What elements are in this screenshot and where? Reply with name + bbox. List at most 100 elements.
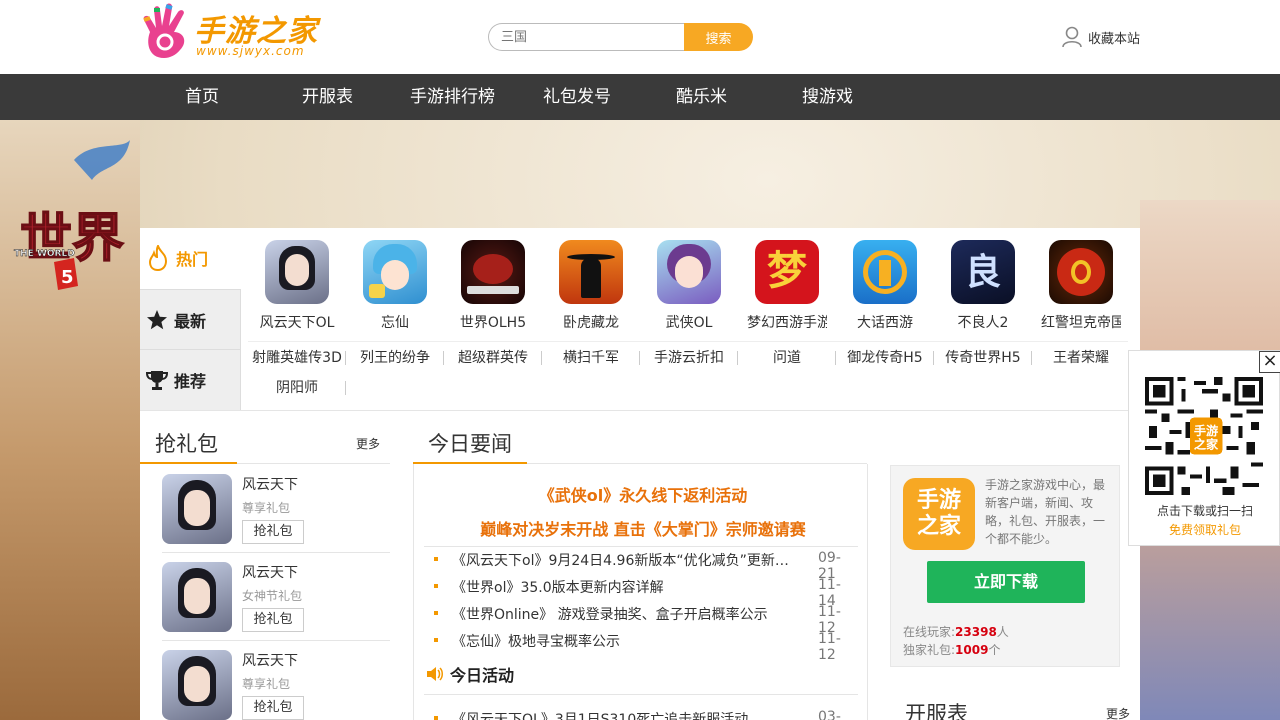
gift-game-avatar[interactable] — [162, 650, 232, 720]
gift-item: 风云天下 尊享礼包 抢礼包 — [162, 474, 390, 554]
game-item[interactable]: 忘仙 — [346, 240, 444, 332]
news-headline[interactable]: 巅峰对决岁末开战 直击《大掌门》宗师邀请赛 — [423, 516, 863, 540]
news-text[interactable]: 《风云天下ol》9月24日4.96新版本“优化减负”更新公告 — [452, 550, 802, 570]
activity-text[interactable]: 《风云天下OL》3月1日S310死亡追击新服活动 — [452, 709, 802, 720]
nav-home[interactable]: 首页 — [185, 74, 219, 120]
game-link[interactable]: 传奇世界H5 — [934, 346, 1032, 370]
news-item[interactable]: 《世界Online》 游戏登录抽奖、盒子开启概率公示 11-12 — [434, 601, 854, 636]
nav-server-table[interactable]: 开服表 — [302, 74, 353, 120]
star-icon — [147, 309, 167, 329]
bullet-icon — [434, 611, 438, 615]
app-logo-line1: 手游 — [916, 488, 961, 513]
game-item[interactable]: 梦 梦幻西游手游 — [738, 240, 836, 332]
download-now-button[interactable]: 立即下载 — [927, 561, 1085, 603]
activity-item[interactable]: 《风云天下OL》3月1日S310死亡追击新服活动 03-01 — [434, 706, 854, 720]
gift-value: 1009 — [955, 643, 989, 657]
grab-gift-button[interactable]: 抢礼包 — [242, 520, 304, 544]
gift-divider — [162, 552, 390, 553]
game-name: 梦幻西游手游 — [747, 315, 827, 331]
game-item[interactable]: 世界OLH5 — [444, 240, 542, 332]
app-download-box: 手游 之家 手游之家游戏中心，最新客户端，新闻、攻略，礼包、开服表，一个都不能少… — [890, 465, 1120, 667]
search-input[interactable] — [488, 23, 688, 51]
news-title-rule — [527, 463, 867, 464]
activity-title: 今日活动 — [450, 666, 515, 685]
gift-game-avatar[interactable] — [162, 474, 232, 544]
game-item[interactable]: 良 不良人2 — [934, 240, 1032, 332]
game-link[interactable]: 射雕英雄传3D — [248, 346, 346, 370]
gift-title-underline — [140, 462, 237, 464]
qr-gift-link[interactable]: 免费领取礼包 — [1129, 521, 1280, 538]
favorite-label: 收藏本站 — [1088, 31, 1141, 47]
news-item[interactable]: 《风云天下ol》9月24日4.96新版本“优化减负”更新公告 09-21 — [434, 547, 854, 582]
game-name: 风云天下OL — [259, 315, 335, 331]
grab-gift-button[interactable]: 抢礼包 — [242, 608, 304, 632]
game-link[interactable]: 御龙传奇H5 — [836, 346, 934, 370]
favorite-link[interactable]: 收藏本站 — [1062, 26, 1140, 48]
game-link[interactable]: 阴阳师 — [248, 376, 346, 400]
news-text[interactable]: 《世界Online》 游戏登录抽奖、盒子开启概率公示 — [452, 604, 802, 624]
game-icon: 梦 — [755, 240, 819, 304]
server-table-more[interactable]: 更多 — [1106, 705, 1130, 720]
gift-more-link[interactable]: 更多 — [356, 435, 380, 452]
close-icon[interactable]: × — [1259, 351, 1280, 373]
game-link[interactable]: 超级群英传 — [444, 346, 542, 370]
gift-game-name[interactable]: 风云天下 — [242, 562, 298, 582]
nav-ranking[interactable]: 手游排行榜 — [410, 74, 495, 120]
game-name: 卧虎藏龙 — [563, 315, 619, 331]
activity-heading: 今日活动 — [426, 662, 514, 686]
qr-code-icon[interactable]: 手游 之家 — [1145, 377, 1263, 495]
game-link[interactable]: 王者荣耀 — [1032, 346, 1130, 370]
game-item[interactable]: 武侠OL — [640, 240, 738, 332]
top-header: 手游之家 www.sjwyx.com 搜索 收藏本站 — [0, 0, 1280, 74]
gift-type: 尊享礼包 — [242, 501, 291, 515]
speaker-icon — [427, 667, 443, 681]
tab-recommend-label: 推荐 — [174, 372, 207, 391]
game-name: 武侠OL — [665, 315, 713, 331]
gift-title-rule — [237, 463, 390, 464]
game-link[interactable]: 列王的纷争 — [346, 346, 444, 370]
tab-new-label: 最新 — [174, 311, 207, 331]
news-text[interactable]: 《忘仙》极地寻宝概率公示 — [452, 631, 802, 651]
qr-caption: 点击下载或扫一扫 — [1156, 504, 1253, 518]
news-item[interactable]: 《忘仙》极地寻宝概率公示 11-12 — [434, 628, 854, 663]
gift-game-name[interactable]: 风云天下 — [242, 650, 298, 670]
nav-search-game[interactable]: 搜游戏 — [802, 74, 853, 120]
game-item[interactable]: 风云天下OL — [248, 240, 346, 332]
tab-recommend[interactable]: 推荐 — [140, 349, 241, 410]
news-headline[interactable]: 《武侠ol》永久线下返利活动 — [423, 482, 863, 506]
game-item[interactable]: 大话西游 — [836, 240, 934, 332]
game-link[interactable]: 手游云折扣 — [640, 346, 738, 370]
news-date: 11-12 — [818, 631, 841, 663]
main-nav: 首页 开服表 手游排行榜 礼包发号 酷乐米 搜游戏 — [0, 74, 1280, 120]
news-right-border — [867, 464, 868, 720]
grab-gift-button[interactable]: 抢礼包 — [242, 696, 304, 720]
qr-popup: × 手游 之家 点击下载或扫一扫 免费领取礼包 — [1128, 350, 1280, 546]
news-item[interactable]: 《世界ol》35.0版本更新内容详解 11-14 — [434, 574, 854, 609]
nav-gift[interactable]: 礼包发号 — [543, 74, 611, 120]
site-logo[interactable]: 手游之家 www.sjwyx.com — [140, 0, 330, 62]
online-label: 在线玩家: — [903, 625, 956, 639]
search-button[interactable]: 搜索 — [684, 23, 753, 51]
qr-badge-line2: 之家 — [1194, 437, 1219, 452]
nav-kulemi[interactable]: 酷乐米 — [676, 74, 727, 120]
game-link[interactable]: 问道 — [738, 346, 836, 370]
gift-game-name[interactable]: 风云天下 — [242, 474, 298, 494]
bullet-icon — [434, 584, 438, 588]
gift-type: 女神节礼包 — [242, 589, 303, 603]
gift-item: 风云天下 女神节礼包 抢礼包 — [162, 562, 390, 642]
tab-hot[interactable]: 热门 — [140, 228, 241, 288]
tab-new[interactable]: 最新 — [140, 289, 241, 349]
game-item[interactable]: 卧虎藏龙 — [542, 240, 640, 332]
flame-icon — [148, 245, 168, 271]
gift-game-avatar[interactable] — [162, 562, 232, 632]
news-title-underline — [413, 462, 527, 464]
world5-logo[interactable]: 世界 THE WORLD 5 — [12, 140, 137, 290]
activity-divider — [424, 694, 858, 695]
bullet-icon — [434, 557, 438, 561]
section-divider — [140, 410, 1140, 411]
exclusive-gifts: 独家礼包:1009个 — [903, 641, 1000, 658]
game-item[interactable]: 红警坦克帝国 — [1032, 240, 1130, 332]
news-text[interactable]: 《世界ol》35.0版本更新内容详解 — [452, 577, 802, 597]
gift-type: 尊享礼包 — [242, 677, 291, 691]
game-link[interactable]: 横扫千军 — [542, 346, 640, 370]
